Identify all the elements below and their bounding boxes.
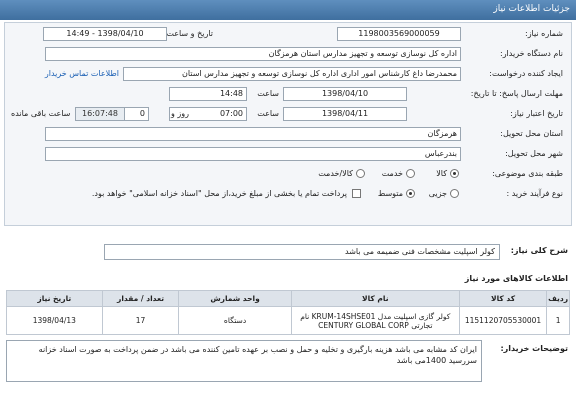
send-deadline-label: مهلت ارسال پاسخ: تا تاریخ: [470,89,563,98]
province-field[interactable]: هرمزگان [45,127,461,141]
category-label: طبقه بندی موضوعی: [492,169,563,178]
goods-table-header: ردیف کد کالا نام کالا واحد شمارش تعداد /… [6,290,570,307]
process-minor-radio[interactable] [450,189,459,198]
buyer-notes-field: ایران کد مشابه می باشد هزینه بارگیری و ت… [6,340,482,382]
category-goods-radio[interactable] [450,169,459,178]
send-time-label: ساعت [257,89,279,98]
province-label: استان محل تحویل: [500,129,563,138]
col-unit: واحد شمارش [178,290,292,307]
process-medium-label: متوسط [377,189,403,198]
cell-row: 1 [546,306,570,335]
goods-section-title: اطلاعات کالاهای مورد نیاز [464,274,568,283]
col-row: ردیف [546,290,570,307]
city-field[interactable]: بندرعباس [45,147,461,161]
buyer-field[interactable]: اداره کل نوسازی توسعه و تجهیز مدارس استا… [45,47,461,61]
need-number-label: شماره نیاز: [525,29,563,38]
category-both-label: کالا/خدمت [318,169,353,178]
col-name: نام کالا [290,290,460,307]
remaining-label: ساعت باقی مانده [11,109,71,118]
days-label: روز و [171,109,189,118]
creator-label: ایجاد کننده درخواست: [489,69,563,78]
cell-need-date: 1398/04/13 [6,306,103,335]
buyer-contact-link[interactable]: اطلاعات تماس خریدار [45,69,119,78]
need-info-panel: شماره نیاز: 1198003569000059 تاریخ و ساع… [4,22,572,226]
send-time-field[interactable]: 14:48 [169,87,247,101]
process-label: نوع فرآیند خرید : [506,189,563,198]
creator-field[interactable]: محمدرضا داغ کارشناس امور اداری اداره کل … [123,67,461,81]
goods-table: ردیف کد کالا نام کالا واحد شمارش تعداد /… [6,290,570,335]
page-title: جزئیات اطلاعات نیاز [493,4,570,14]
remaining-time-field: 16:07:48 [75,107,125,121]
validity-time-label: ساعت [257,109,279,118]
need-number-field[interactable]: 1198003569000059 [337,27,461,41]
table-row[interactable]: 1 1151120705530001 کولر گازی اسپلیت مدل … [6,306,570,335]
col-need-date: تاریخ نیاز [6,290,103,307]
city-label: شهر محل تحویل: [505,149,563,158]
category-both-radio[interactable] [356,169,365,178]
cell-quantity: 17 [101,306,180,335]
category-service-radio[interactable] [406,169,415,178]
description-field: کولر اسپلیت مشخصات فنی ضمیمه می باشد [104,244,500,260]
process-medium-radio[interactable] [406,189,415,198]
description-label: شرح کلی نیاز: [510,246,568,255]
col-quantity: تعداد / مقدار [101,290,180,307]
validity-label: تاریخ اعتبار نیاز: [510,109,563,118]
cell-code: 1151120705530001 [458,306,548,335]
send-date-field[interactable]: 1398/04/10 [283,87,407,101]
cell-unit: دستگاه [178,306,292,335]
treasury-payment-checkbox[interactable] [352,189,361,198]
validity-date-field[interactable]: 1398/04/11 [283,107,407,121]
cell-name: کولر گازی اسپلیت مدل KRUM-14SHSE01 نام ت… [290,306,460,335]
buyer-label: نام دستگاه خریدار: [500,49,563,58]
process-minor-label: جزیی [428,189,447,198]
announce-field[interactable]: 1398/04/10 - 14:49 [43,27,167,41]
category-service-label: خدمت [381,169,403,178]
treasury-payment-note: پرداخت تمام یا بخشی از مبلغ خرید،از محل … [91,189,347,198]
page-header: جزئیات اطلاعات نیاز [0,0,576,20]
buyer-notes-label: توضیحات خریدار: [500,344,568,353]
need-details-page: جزئیات اطلاعات نیاز شماره نیاز: 11980035… [0,0,576,407]
col-code: کد کالا [458,290,548,307]
category-goods-label: کالا [436,169,447,178]
